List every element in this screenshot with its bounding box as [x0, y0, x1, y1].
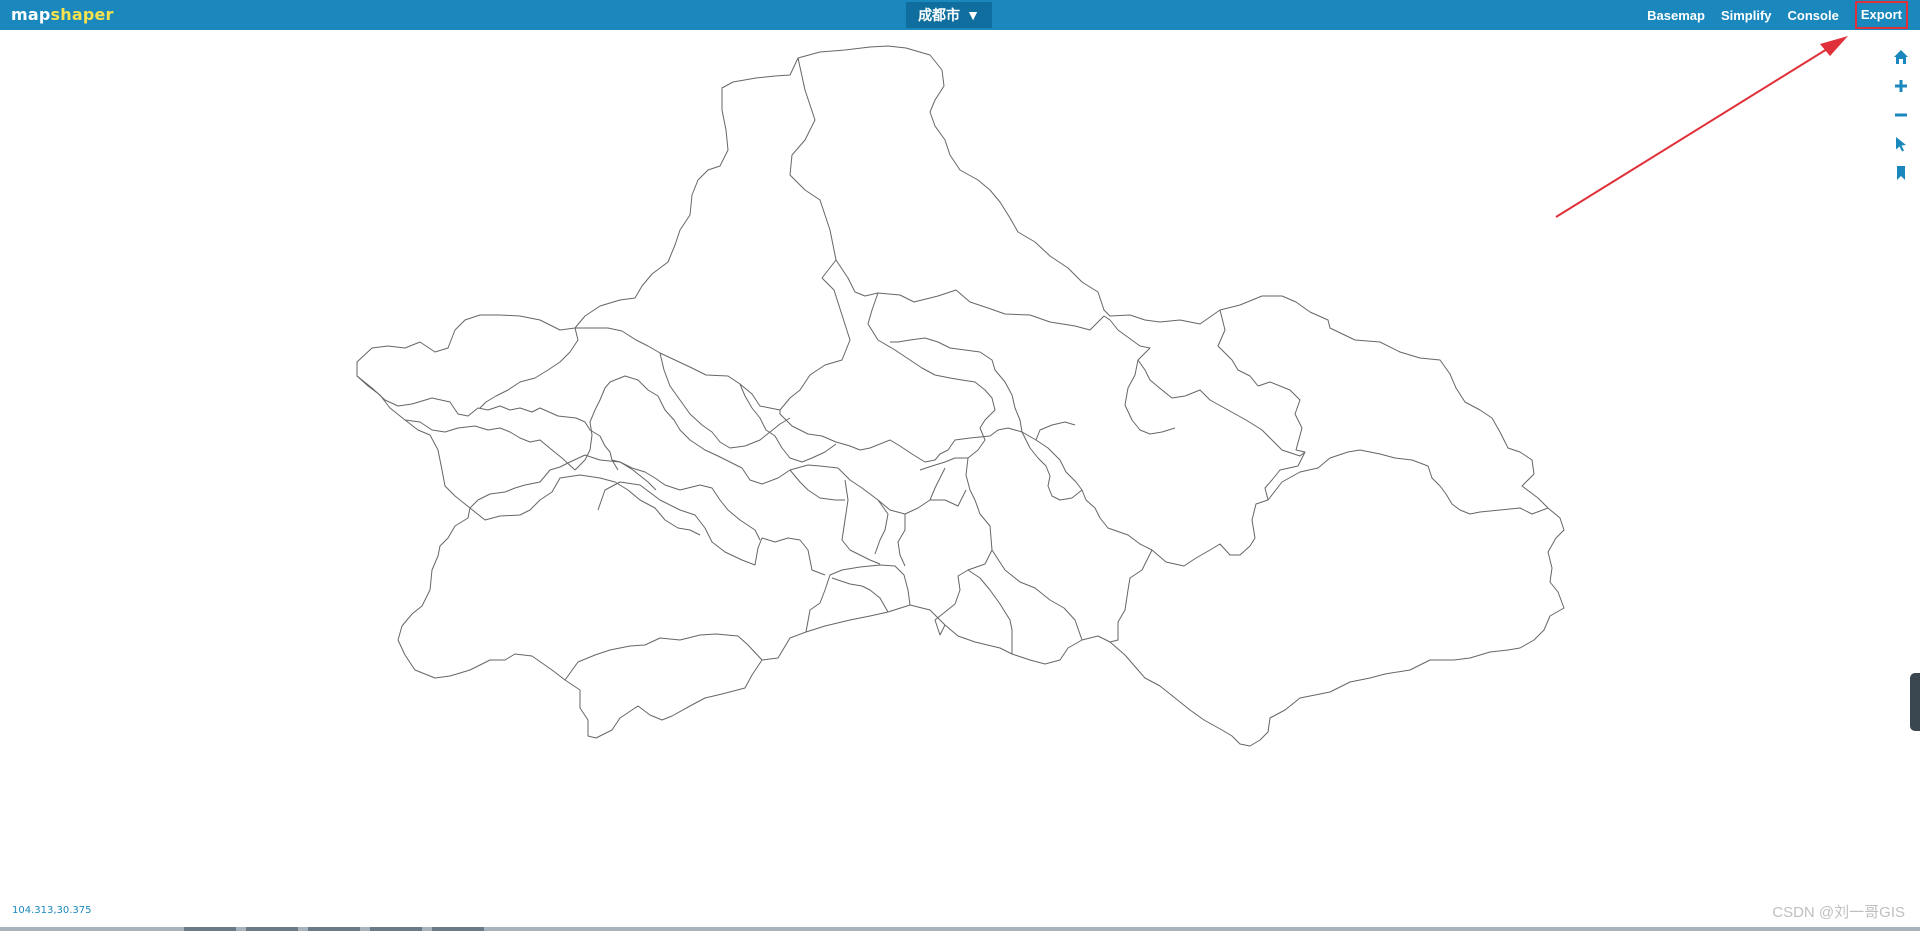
pointer-icon[interactable]: [1892, 135, 1910, 153]
taskbar-item[interactable]: [184, 927, 236, 931]
taskbar-item[interactable]: [370, 927, 422, 931]
taskbar-item[interactable]: [432, 927, 484, 931]
annotation-arrow: [1555, 36, 1848, 218]
taskbar-strip: [0, 927, 1920, 931]
home-icon[interactable]: [1892, 48, 1910, 66]
bookmark-icon[interactable]: [1892, 164, 1910, 182]
zoom-out-icon[interactable]: [1892, 106, 1910, 124]
taskbar-item[interactable]: [308, 927, 360, 931]
map-tool-strip: [1892, 48, 1910, 182]
watermark: CSDN @刘一哥GIS: [1772, 904, 1905, 921]
cursor-coordinates: 104.313,30.375: [12, 905, 92, 916]
taskbar-item[interactable]: [246, 927, 298, 931]
side-panel-handle[interactable]: [1910, 673, 1920, 731]
zoom-in-icon[interactable]: [1892, 77, 1910, 95]
